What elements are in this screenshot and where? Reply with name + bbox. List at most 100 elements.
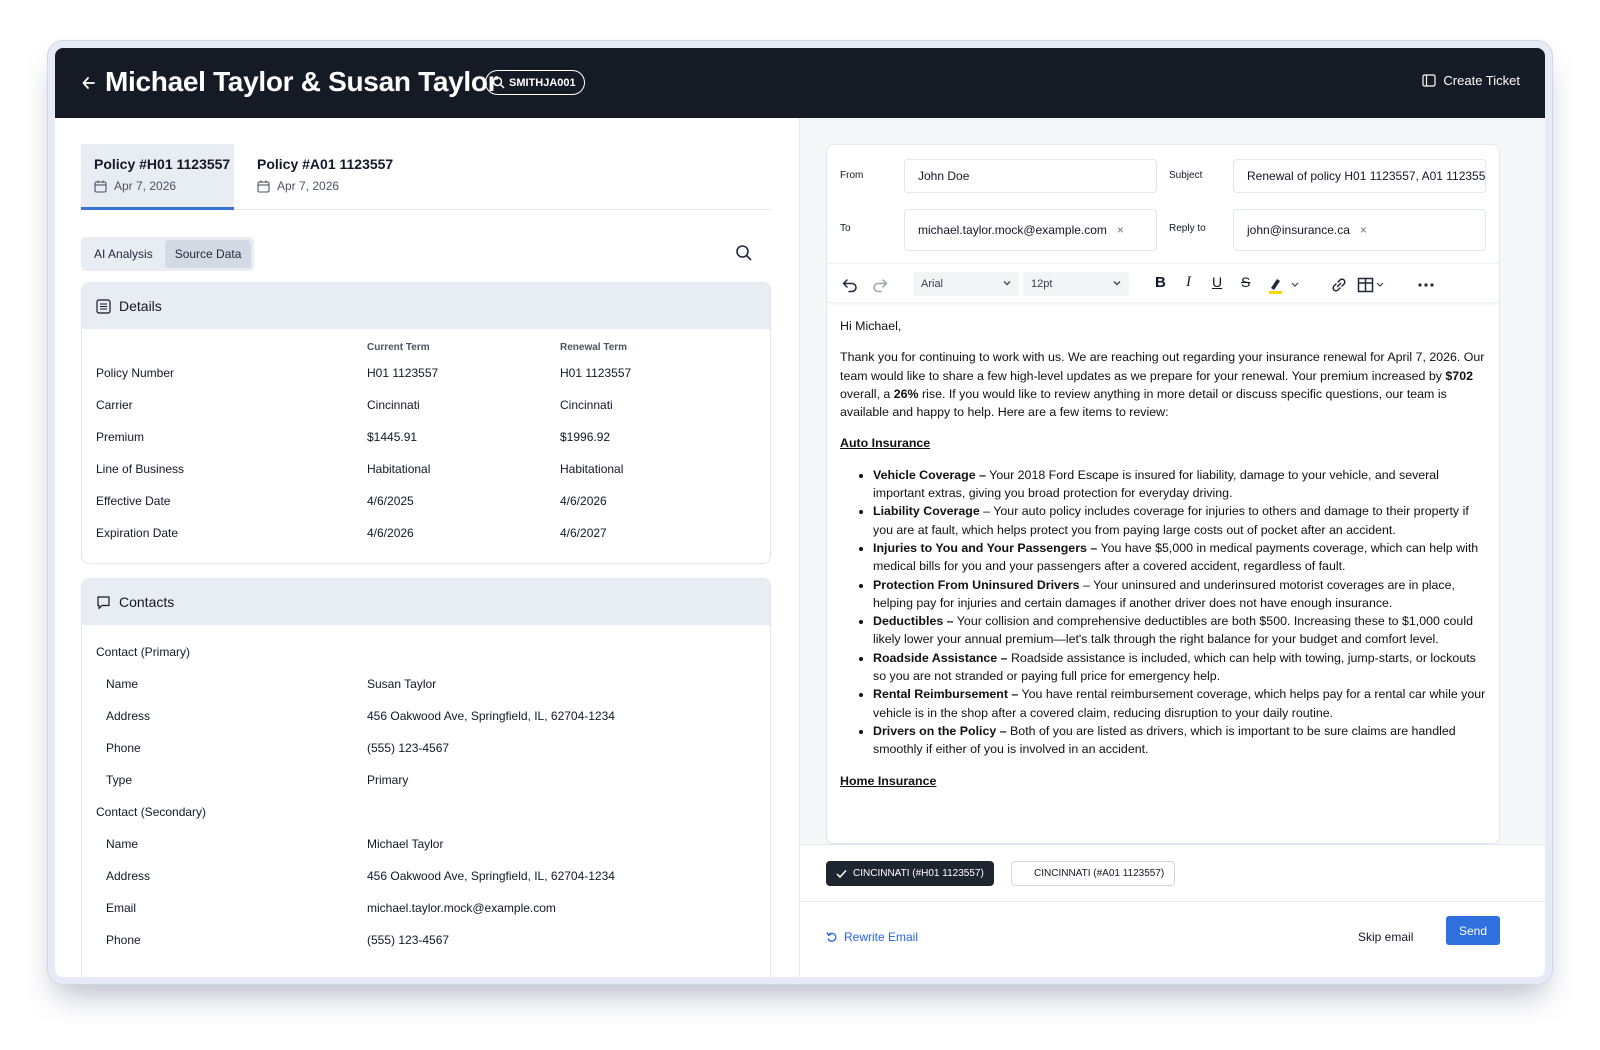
row-current: 4/6/2025 [367, 494, 414, 508]
home-insurance-heading: Home Insurance [840, 773, 937, 788]
column-header-renewal: Renewal Term [560, 342, 628, 353]
arrow-left-icon[interactable] [81, 73, 97, 93]
subject-value: Renewal of policy H01 1123557, A01 11235… [1247, 169, 1486, 183]
action-footer: Rewrite Email Skip email Send [800, 902, 1545, 977]
to-label: To [840, 223, 851, 234]
ai-analysis-toggle[interactable]: AI Analysis [84, 240, 163, 268]
coverage-item: Liability Coverage – Your auto policy in… [873, 502, 1490, 539]
editor-toolbar: Arial 12pt B I U S [827, 263, 1499, 303]
calendar-icon [257, 180, 270, 193]
contact-field-row: Email michael.taylor.mock@example.com [96, 901, 756, 917]
tab-title: Policy #A01 1123557 [257, 156, 394, 172]
tab-date-row: Apr 7, 2026 [257, 179, 391, 193]
coverage-item: Drivers on the Policy – Both of you are … [873, 722, 1490, 759]
underline-icon[interactable]: U [1212, 274, 1230, 292]
bold-icon[interactable]: B [1155, 274, 1173, 292]
refresh-icon [826, 932, 837, 942]
tab-policy-h01[interactable]: Policy #H01 1123557 Apr 7, 2026 [81, 144, 234, 210]
source-data-toggle[interactable]: Source Data [164, 240, 252, 268]
contact-field-row: Address 456 Oakwood Ave, Springfield, IL,… [96, 869, 756, 885]
details-row: Effective Date 4/6/2025 4/6/2026 [96, 494, 756, 510]
coverage-item: Protection From Uninsured Drivers – Your… [873, 576, 1490, 613]
field-value: (555) 123-4567 [367, 741, 450, 755]
auto-coverage-list: Vehicle Coverage – Your 2018 Ford Escape… [873, 466, 1490, 759]
highlight-icon[interactable] [1267, 276, 1303, 294]
coverage-item: Roadside Assistance – Roadside assistanc… [873, 649, 1490, 686]
field-value: michael.taylor.mock@example.com [367, 901, 556, 915]
details-title: Details [119, 298, 162, 314]
field-value: 456 Oakwood Ave, Springfield, IL, 62704-… [367, 709, 615, 723]
strikethrough-icon[interactable]: S [1241, 274, 1259, 292]
field-value: Susan Taylor [367, 677, 437, 691]
auto-insurance-heading: Auto Insurance [840, 436, 931, 451]
row-current: $1445.91 [367, 430, 418, 444]
more-options-icon[interactable] [1417, 276, 1435, 294]
top-header: Michael Taylor & Susan Taylor SMITHJA001… [55, 48, 1545, 118]
rewrite-email-button[interactable]: Rewrite Email [826, 930, 918, 944]
details-header[interactable]: Details [82, 283, 770, 329]
search-icon [492, 76, 505, 89]
contact-field-row: Address 456 Oakwood Ave, Springfield, IL,… [96, 709, 756, 725]
redo-icon[interactable] [871, 276, 889, 294]
policy-tag-selected[interactable]: CINCINNATI (#H01 1123557) [826, 861, 994, 886]
link-icon[interactable] [1330, 276, 1348, 294]
table-icon[interactable] [1357, 276, 1389, 294]
from-value: John Doe [918, 169, 970, 183]
font-family-value: Arial [921, 278, 944, 290]
policy-panel: Policy #H01 1123557 Apr 7, 2026 Policy #… [55, 118, 799, 977]
contact-field-row: Name Michael Taylor [96, 837, 756, 853]
field-value: (555) 123-4567 [367, 933, 450, 947]
from-label: From [840, 170, 864, 181]
contact-field-row: Phone (555) 123-4567 [96, 741, 756, 757]
row-renewal: $1996.92 [560, 430, 611, 444]
skip-email-button[interactable]: Skip email [1358, 930, 1413, 944]
details-row: Line of Business Habitational Habitational [96, 462, 756, 478]
row-renewal: Habitational [560, 462, 624, 476]
client-id-chip[interactable]: SMITHJA001 [485, 70, 585, 95]
policy-tag[interactable]: CINCINNATI (#A01 1123557) [1011, 861, 1176, 886]
to-recipient: michael.taylor.mock@example.com [918, 223, 1107, 237]
remove-recipient-icon[interactable]: × [1117, 223, 1124, 237]
row-label: Expiration Date [96, 526, 179, 540]
row-renewal: Cincinnati [560, 398, 613, 412]
subject-field[interactable]: Renewal of policy H01 1123557, A01 11235… [1233, 159, 1486, 193]
client-title: Michael Taylor & Susan Taylor [105, 66, 499, 97]
from-field[interactable]: John Doe [904, 159, 1157, 193]
font-size-select[interactable]: 12pt [1023, 272, 1129, 296]
greeting: Hi Michael, [840, 319, 902, 333]
font-family-select[interactable]: Arial [913, 272, 1019, 296]
row-current: 4/6/2026 [367, 526, 414, 540]
field-label: Phone [106, 741, 141, 755]
contacts-header[interactable]: Contacts [82, 579, 770, 625]
reply-to-label: Reply to [1169, 223, 1206, 234]
tab-policy-a01[interactable]: Policy #A01 1123557 Apr 7, 2026 [244, 144, 404, 210]
create-ticket-button[interactable]: Create Ticket [1422, 73, 1520, 88]
undo-icon[interactable] [841, 276, 859, 294]
email-body[interactable]: Hi Michael, Thank you for continuing to … [840, 317, 1490, 803]
row-current: Habitational [367, 462, 431, 476]
policy-tabs: Policy #H01 1123557 Apr 7, 2026 Policy #… [81, 144, 771, 210]
details-card: Details Current Term Renewal Term Policy… [81, 282, 771, 564]
app-window: Michael Taylor & Susan Taylor SMITHJA001… [55, 48, 1545, 977]
field-value: 456 Oakwood Ave, Springfield, IL, 62704-… [367, 869, 615, 883]
coverage-item: Injuries to You and Your Passengers – Yo… [873, 539, 1490, 576]
email-panel: From John Doe Subject Renewal of policy … [800, 118, 1545, 977]
send-button[interactable]: Send [1446, 916, 1500, 945]
remove-reply-to-icon[interactable]: × [1360, 223, 1367, 237]
details-row: Policy Number H01 1123557 H01 1123557 [96, 366, 756, 382]
column-header-current: Current Term [367, 342, 430, 353]
contact-field-row: Type Primary [96, 773, 756, 789]
search-icon[interactable] [735, 244, 753, 262]
row-renewal: H01 1123557 [560, 366, 632, 380]
to-field[interactable]: michael.taylor.mock@example.com × [904, 209, 1157, 251]
italic-icon[interactable]: I [1186, 274, 1204, 292]
contact-secondary-heading: Contact (Secondary) [96, 805, 207, 819]
contact-field-row: Name Susan Taylor [96, 677, 756, 693]
ticket-icon [1422, 74, 1437, 87]
chevron-down-icon [1113, 281, 1121, 286]
field-label: Address [106, 709, 151, 723]
details-row: Premium $1445.91 $1996.92 [96, 430, 756, 446]
reply-to-field[interactable]: john@insurance.ca × [1233, 209, 1486, 251]
contacts-card: Contacts Contact (Primary) Name Susan Tayl… [81, 578, 771, 977]
field-label: Address [106, 869, 151, 883]
